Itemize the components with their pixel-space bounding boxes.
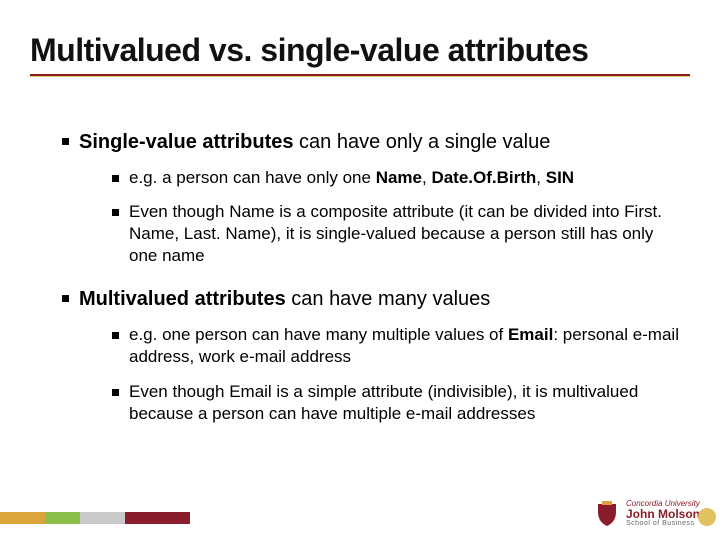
logo-text: Concordia University John Molson School …: [626, 500, 700, 527]
sub-item: Even though Email is a simple attribute …: [112, 381, 680, 425]
sub-item: Even though Name is a composite attribut…: [112, 201, 680, 267]
bullet-rest: can have many values: [286, 288, 491, 310]
bullet-icon: [112, 209, 119, 216]
bullet-icon: [62, 138, 69, 145]
bullet-text: Single-value attributes can have only a …: [79, 130, 550, 155]
logo-icon: [594, 498, 620, 528]
sub-item: e.g. one person can have many multiple v…: [112, 324, 680, 368]
sub-list: e.g. one person can have many multiple v…: [112, 324, 680, 424]
bullet-list: Single-value attributes can have only a …: [62, 130, 680, 425]
bullet-icon: [112, 175, 119, 182]
sub-text: e.g. one person can have many multiple v…: [129, 324, 680, 368]
bullet-icon: [112, 332, 119, 339]
title-underline: [30, 74, 690, 76]
bullet-lead: Multivalued attributes: [79, 288, 286, 310]
sub-list: e.g. a person can have only one Name, Da…: [112, 167, 680, 267]
page-number-badge: [698, 508, 716, 526]
bullet-lead: Single-value attributes: [79, 131, 294, 153]
bullet-rest: can have only a single value: [294, 131, 551, 153]
logo-line2: John Molson: [626, 508, 700, 520]
bullet-item: Single-value attributes can have only a …: [62, 130, 680, 267]
slide-body: Single-value attributes can have only a …: [62, 130, 680, 445]
slide: Multivalued vs. single-value attributes …: [0, 0, 720, 540]
bullet-item: Multivalued attributes can have many val…: [62, 287, 680, 424]
footer-color-band: [0, 512, 190, 524]
footer-logo: Concordia University John Molson School …: [594, 498, 700, 528]
logo-line3: School of Business: [626, 520, 700, 527]
bullet-icon: [62, 295, 69, 302]
bullet-icon: [112, 389, 119, 396]
sub-text: e.g. a person can have only one Name, Da…: [129, 167, 574, 189]
slide-title: Multivalued vs. single-value attributes: [30, 32, 690, 69]
bullet-text: Multivalued attributes can have many val…: [79, 287, 490, 312]
sub-text: Even though Email is a simple attribute …: [129, 381, 680, 425]
sub-text: Even though Name is a composite attribut…: [129, 201, 680, 267]
sub-item: e.g. a person can have only one Name, Da…: [112, 167, 680, 189]
